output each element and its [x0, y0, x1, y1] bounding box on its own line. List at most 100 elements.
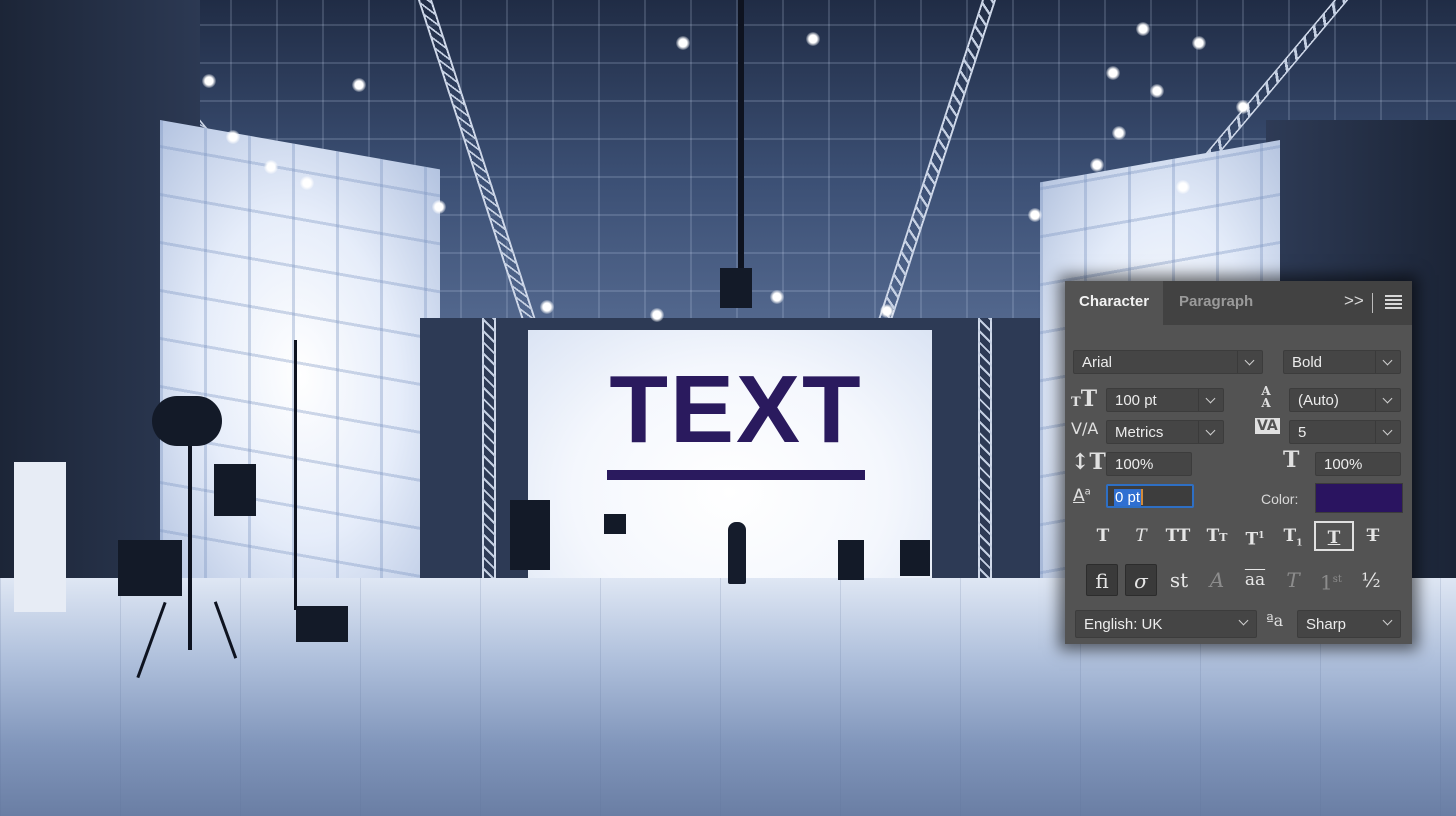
chevron-down-icon[interactable]	[1237, 351, 1262, 373]
light-stand	[294, 340, 297, 610]
person-on-stage	[728, 522, 746, 584]
vertical-truss	[978, 318, 992, 580]
stage-equipment	[900, 540, 930, 576]
tab-divider	[1372, 293, 1373, 313]
spotlight	[432, 200, 446, 214]
kerning-icon: V/A	[1071, 419, 1099, 438]
reflector-panel	[14, 462, 66, 612]
spotlight	[1090, 158, 1104, 172]
chevron-down-icon[interactable]	[1376, 611, 1400, 637]
vertical-scale-field[interactable]: 100%	[1106, 452, 1192, 476]
spotlight	[650, 308, 664, 322]
chevron-down-icon[interactable]	[1198, 421, 1223, 443]
equipment-case	[118, 540, 182, 596]
subscript-button[interactable]: T1	[1277, 521, 1309, 551]
spotlight	[880, 304, 894, 318]
spotlight	[1028, 208, 1042, 222]
spotlight	[226, 130, 240, 144]
chevron-down-icon[interactable]	[1198, 389, 1223, 411]
text-color-swatch[interactable]	[1315, 483, 1403, 513]
antialias-icon: ªa	[1266, 611, 1284, 630]
faux-bold-button[interactable]: T	[1087, 521, 1119, 551]
baseline-shift-value: 0 pt	[1114, 489, 1142, 506]
vertical-scale-icon: ↕T	[1071, 449, 1106, 475]
spotlight	[264, 160, 278, 174]
light-stand	[188, 420, 192, 650]
spotlight	[676, 36, 690, 50]
spotlight	[352, 78, 366, 92]
spotlight	[1192, 36, 1206, 50]
standard-ligatures-button[interactable]: fi	[1086, 564, 1118, 596]
horizontal-scale-field[interactable]: 100%	[1315, 452, 1401, 476]
panel-tab-bar: Character Paragraph >>	[1065, 281, 1412, 325]
spotlight	[1150, 84, 1164, 98]
font-style-dropdown[interactable]: Bold	[1283, 350, 1401, 374]
softbox	[214, 464, 256, 516]
character-panel: Character Paragraph >> Arial Bold TT 100…	[1065, 281, 1412, 644]
font-size-icon: TT	[1071, 386, 1098, 412]
ordinals-button[interactable]: 1st	[1315, 564, 1347, 596]
language-value: English: UK	[1084, 616, 1163, 633]
font-family-dropdown[interactable]: Arial	[1073, 350, 1263, 374]
studio-light	[152, 396, 222, 446]
chevron-down-icon[interactable]	[1375, 421, 1400, 443]
font-family-value: Arial	[1082, 354, 1113, 371]
vertical-scale-value: 100%	[1115, 456, 1154, 473]
color-label: Color:	[1261, 491, 1299, 507]
strikethrough-button[interactable]: T	[1357, 521, 1389, 551]
antialias-dropdown[interactable]: Sharp	[1297, 610, 1401, 638]
kerning-value: Metrics	[1115, 424, 1164, 441]
baseline-shift-text: 0 pt	[1114, 486, 1144, 509]
canvas-text-layer[interactable]: TEXT	[606, 362, 866, 458]
spotlight	[1136, 22, 1150, 36]
chevron-down-icon[interactable]	[1232, 611, 1256, 637]
titling-alternates-button[interactable]: T	[1277, 564, 1309, 596]
spotlight	[1176, 180, 1190, 194]
leading-icon: AA	[1261, 384, 1271, 410]
tracking-field[interactable]: 5	[1289, 420, 1401, 444]
small-caps-button[interactable]: TT	[1201, 521, 1233, 551]
font-style-value: Bold	[1292, 354, 1323, 371]
font-size-field[interactable]: 100 pt	[1106, 388, 1224, 412]
superscript-button[interactable]: T1	[1239, 521, 1271, 551]
vertical-truss	[482, 318, 496, 580]
stage-equipment	[510, 500, 550, 570]
horizontal-scale-icon: T	[1283, 447, 1300, 473]
spotlight	[300, 176, 314, 190]
collapse-panel-icon[interactable]: >>	[1344, 291, 1364, 311]
tracking-value: 5	[1298, 424, 1307, 441]
spotlight	[1106, 66, 1120, 80]
antialias-value: Sharp	[1306, 616, 1347, 633]
kerning-field[interactable]: Metrics	[1106, 420, 1224, 444]
hanging-cable	[738, 0, 744, 270]
equipment-case	[296, 606, 348, 642]
chevron-down-icon[interactable]	[1375, 351, 1400, 373]
all-caps-button[interactable]: TT	[1162, 521, 1194, 551]
spotlight	[540, 300, 554, 314]
spotlight	[1112, 126, 1126, 140]
horizontal-scale-value: 100%	[1324, 456, 1363, 473]
fractions-button[interactable]: ½	[1355, 564, 1387, 596]
contextual-alternates-button[interactable]: σ	[1125, 564, 1157, 596]
baseline-shift-field[interactable]: 0 pt	[1106, 484, 1194, 508]
language-dropdown[interactable]: English: UK	[1075, 610, 1257, 638]
tracking-icon: VA	[1255, 418, 1280, 434]
stylistic-alternates-button[interactable]: aa	[1239, 564, 1271, 596]
spotlight	[202, 74, 216, 88]
discretionary-ligatures-button[interactable]: st	[1163, 564, 1195, 596]
chevron-down-icon[interactable]	[1375, 389, 1400, 411]
underline-button[interactable]: T	[1314, 521, 1354, 551]
spotlight	[1236, 100, 1250, 114]
stage-equipment	[838, 540, 864, 580]
swash-button[interactable]: A	[1201, 564, 1233, 596]
tab-paragraph[interactable]: Paragraph	[1165, 281, 1267, 325]
baseline-shift-icon: Aa	[1073, 486, 1091, 506]
hanging-speaker	[720, 268, 752, 308]
tab-character[interactable]: Character	[1065, 281, 1164, 325]
panel-menu-icon[interactable]	[1385, 295, 1402, 309]
leading-field[interactable]: (Auto)	[1289, 388, 1401, 412]
canvas-text-underline	[607, 470, 865, 480]
spotlight	[806, 32, 820, 46]
faux-italic-button[interactable]: T	[1125, 521, 1157, 551]
leading-value: (Auto)	[1298, 392, 1339, 409]
